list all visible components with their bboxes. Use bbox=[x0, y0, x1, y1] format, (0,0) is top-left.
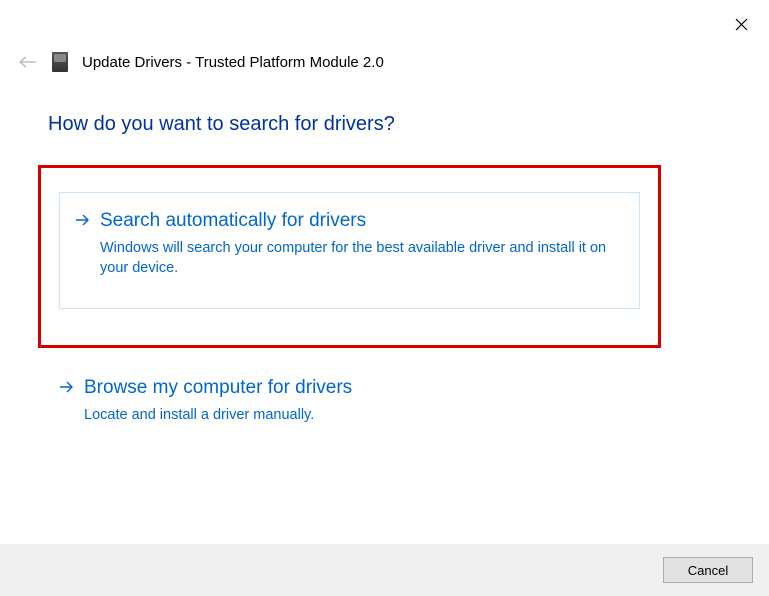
window-title: Update Drivers - Trusted Platform Module… bbox=[82, 54, 384, 71]
option-title: Search automatically for drivers bbox=[100, 209, 623, 234]
footer-bar: Cancel bbox=[0, 544, 769, 596]
page-heading: How do you want to search for drivers? bbox=[48, 113, 395, 136]
option-text: Search automatically for drivers Windows… bbox=[100, 209, 623, 278]
back-button[interactable] bbox=[18, 52, 38, 72]
device-icon bbox=[52, 52, 68, 72]
close-button[interactable] bbox=[731, 14, 751, 34]
header-row: Update Drivers - Trusted Platform Module… bbox=[18, 52, 384, 72]
option-search-automatic[interactable]: Search automatically for drivers Windows… bbox=[38, 165, 661, 348]
close-icon bbox=[735, 18, 748, 31]
option-description: Windows will search your computer for th… bbox=[100, 238, 623, 279]
back-arrow-icon bbox=[19, 56, 37, 68]
option-browse-computer[interactable]: Browse my computer for drivers Locate an… bbox=[38, 362, 661, 447]
titlebar bbox=[0, 0, 769, 30]
options-area: Search automatically for drivers Windows… bbox=[38, 165, 661, 447]
option-text: Browse my computer for drivers Locate an… bbox=[84, 376, 643, 425]
option-title: Browse my computer for drivers bbox=[84, 376, 643, 401]
cancel-button[interactable]: Cancel bbox=[663, 557, 753, 583]
arrow-right-icon bbox=[60, 380, 74, 398]
arrow-right-icon bbox=[76, 213, 90, 231]
option-description: Locate and install a driver manually. bbox=[84, 405, 643, 425]
